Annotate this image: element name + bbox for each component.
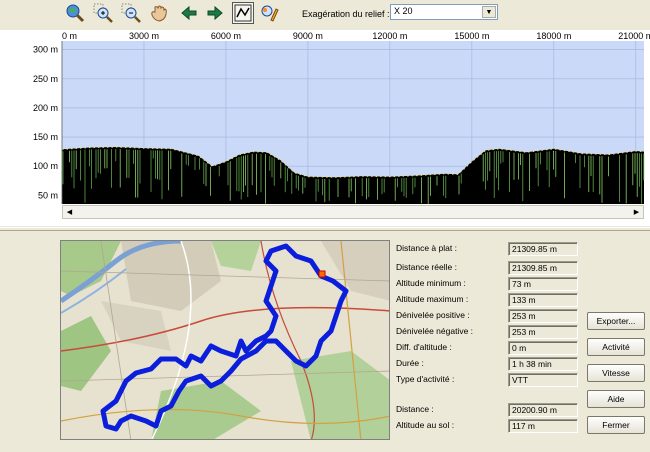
help-button[interactable]: Aide — [587, 390, 645, 408]
panel-divider[interactable] — [0, 227, 650, 231]
edit-pencil-icon[interactable] — [258, 2, 280, 24]
zoom-in-icon[interactable] — [92, 2, 114, 24]
x-tick-label: 3000 m — [129, 31, 159, 41]
stat-value: 117 m — [508, 419, 578, 433]
stat-value: 253 m — [508, 309, 578, 323]
x-tick-label: 12000 m — [372, 31, 407, 41]
stat-value: 133 m — [508, 293, 578, 307]
stat-label: Altitude minimum : — [396, 278, 466, 288]
relief-select[interactable]: X 20 ▼ — [390, 4, 498, 20]
relief-value: X 20 — [394, 6, 413, 16]
y-tick-label: 100 m — [33, 161, 58, 171]
pan-hand-icon[interactable] — [148, 2, 170, 24]
stat-value: 21309.85 m — [508, 242, 578, 256]
chevron-down-icon[interactable]: ▼ — [482, 6, 496, 18]
close-button[interactable]: Fermer — [587, 416, 645, 434]
activity-button[interactable]: Activité — [587, 338, 645, 356]
scroll-left-icon[interactable]: ◀ — [63, 206, 76, 218]
stat-label: Distance réelle : — [396, 262, 457, 272]
profile-mode-icon[interactable] — [232, 2, 254, 24]
y-tick-label: 300 m — [33, 45, 58, 55]
x-tick-label: 0 m — [62, 31, 77, 41]
stat-label: Diff. d'altitude : — [396, 342, 452, 352]
stat-value: 21309.85 m — [508, 261, 578, 275]
profile-scrollbar[interactable]: ◀ ▶ — [62, 205, 644, 219]
stat-label: Distance à plat : — [396, 243, 457, 253]
y-tick-label: 200 m — [33, 103, 58, 113]
stat-label: Dénivelée positive : — [396, 310, 470, 320]
stat-value: 73 m — [508, 277, 578, 291]
export-button[interactable]: Exporter... — [587, 312, 645, 330]
x-tick-label: 6000 m — [211, 31, 241, 41]
arrow-left-icon[interactable] — [178, 2, 200, 24]
stat-label: Altitude au sol : — [396, 420, 455, 430]
stat-value: 20200.90 m — [508, 403, 578, 417]
stat-label: Durée : — [396, 358, 424, 368]
stat-label: Dénivelée négative : — [396, 326, 474, 336]
x-tick-label: 18000 m — [536, 31, 571, 41]
y-tick-label: 50 m — [38, 190, 58, 200]
scroll-right-icon[interactable]: ▶ — [630, 206, 643, 218]
relief-label: Exagération du relief : — [302, 9, 390, 19]
stat-label: Distance : — [396, 404, 434, 414]
map-view[interactable] — [60, 240, 390, 440]
x-tick-label: 21000 m — [618, 31, 650, 41]
elevation-profile: 0 m 3000 m 6000 m 9000 m 12000 m 15000 m 18000… — [0, 30, 650, 226]
stat-value: 1 h 38 min — [508, 357, 578, 371]
stat-value: VTT — [508, 373, 578, 387]
stat-label: Type d'activité : — [396, 374, 455, 384]
y-tick-label: 150 m — [33, 132, 58, 142]
x-tick-label: 15000 m — [454, 31, 489, 41]
arrow-right-icon[interactable] — [204, 2, 226, 24]
zoom-out-icon[interactable] — [120, 2, 142, 24]
speed-button[interactable]: Vitesse — [587, 364, 645, 382]
track-marker — [318, 270, 326, 278]
stat-label: Altitude maximum : — [396, 294, 469, 304]
stat-value: 0 m — [508, 341, 578, 355]
y-tick-label: 250 m — [33, 74, 58, 84]
x-tick-label: 9000 m — [293, 31, 323, 41]
stat-value: 253 m — [508, 325, 578, 339]
profile-chart: 0 m 3000 m 6000 m 9000 m 12000 m 15000 m 18000… — [33, 31, 650, 204]
zoom-globe-icon[interactable] — [64, 2, 86, 24]
